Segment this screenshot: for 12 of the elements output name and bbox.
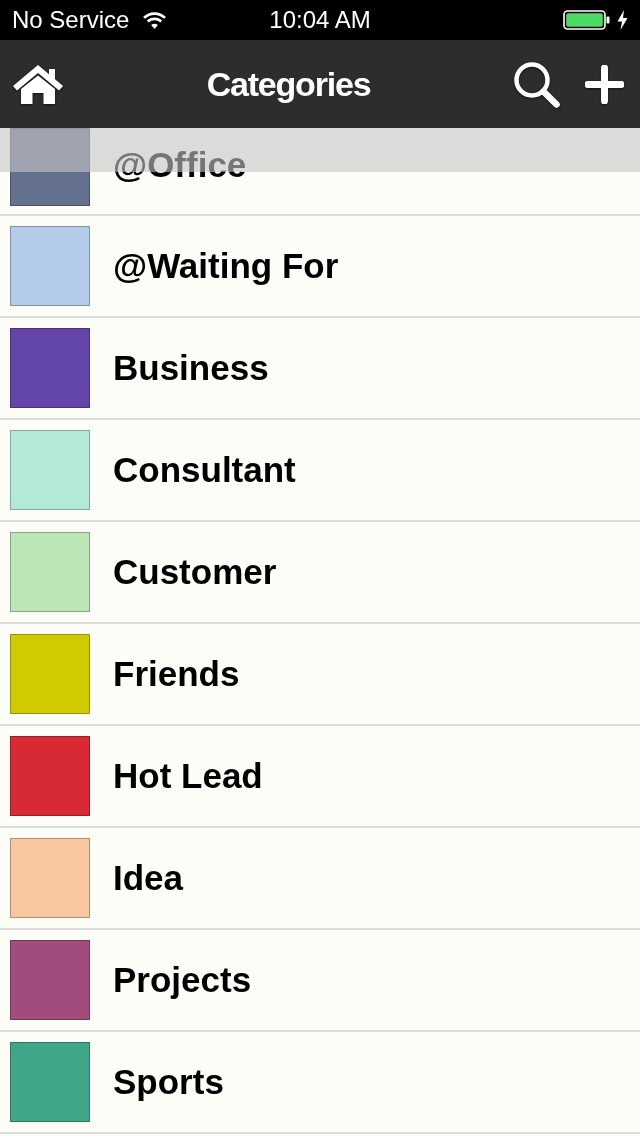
carrier-text: No Service	[12, 6, 130, 34]
screen-title: Categories	[206, 64, 371, 105]
add-button[interactable]	[585, 64, 624, 104]
wifi-icon	[143, 11, 167, 29]
charging-bolt-icon	[617, 10, 628, 30]
search-icon	[513, 60, 560, 108]
home-button[interactable]	[12, 64, 64, 104]
search-button[interactable]	[513, 60, 560, 108]
plus-icon	[585, 64, 624, 104]
home-icon	[12, 64, 64, 104]
battery-icon	[563, 10, 610, 30]
clock-text: 10:04 AM	[269, 6, 371, 34]
